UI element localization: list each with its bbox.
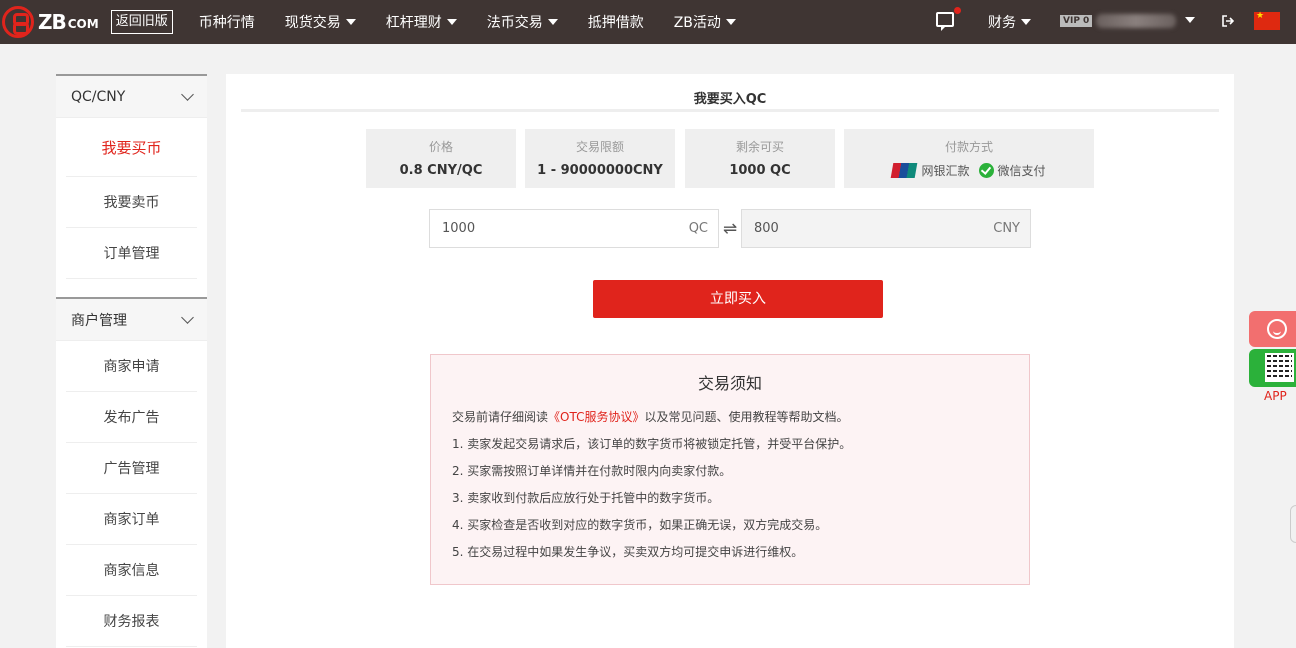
nav-zb-activity[interactable]: ZB活动 [674, 12, 736, 32]
logout-icon[interactable] [1222, 15, 1234, 27]
sidebar-divider [56, 279, 207, 299]
limit-label: 交易限额 [575, 140, 624, 154]
notice-intro-before: 交易前请仔细阅读 [452, 410, 549, 424]
nav-market[interactable]: 币种行情 [199, 12, 255, 32]
china-flag-icon[interactable] [1254, 11, 1280, 30]
username-blurred[interactable] [1096, 14, 1176, 28]
customer-service-icon [1267, 319, 1287, 339]
cny-amount-input[interactable]: 800 CNY [741, 209, 1031, 248]
sidebar: QC/CNY 我要买币 我要卖币 订单管理 商户管理 商家申请 发布广告 广告管… [56, 74, 207, 648]
remaining-box: 剩余可买 1000 QC [685, 129, 835, 188]
notice-intro-after: 以及常见问题、使用教程等帮助文档。 [644, 410, 849, 424]
sidebar-item-orders[interactable]: 订单管理 [66, 228, 197, 279]
sidebar-item-sell[interactable]: 我要卖币 [66, 177, 197, 228]
cny-unit-label: CNY [993, 221, 1020, 236]
nav-label: 抵押借款 [587, 15, 644, 31]
sidebar-item-post-ad[interactable]: 发布广告 [66, 392, 197, 443]
limit-value: 1 - 90000000CNY [537, 163, 663, 178]
sidebar-group-qc-cny[interactable]: QC/CNY [56, 76, 207, 118]
nav-loan[interactable]: 抵押借款 [588, 12, 644, 32]
sidebar-group-title: 商户管理 [71, 312, 127, 329]
finance-label: 财务 [988, 15, 1016, 31]
caret-down-icon [725, 19, 736, 25]
scroll-handle[interactable] [1290, 505, 1296, 543]
logo-text: ZB [38, 10, 67, 34]
sidebar-item-merchant-apply[interactable]: 商家申请 [66, 341, 197, 392]
nav-label: 币种行情 [198, 15, 255, 31]
sidebar-group-merchant[interactable]: 商户管理 [56, 299, 207, 341]
caret-down-icon [547, 19, 558, 25]
notice-line: 3. 卖家收到付款后应放行处于托管中的数字货币。 [452, 491, 720, 505]
main-nav: 币种行情 现货交易 杠杆理财 法币交易 抵押借款 ZB活动 [199, 0, 766, 44]
buy-now-button[interactable]: 立即买入 [593, 280, 883, 318]
nav-fiat-trading[interactable]: 法币交易 [487, 12, 558, 32]
payment-methods: 网银汇款 微信支付 [844, 162, 1094, 179]
top-nav-bar: ZB COM 返回旧版 币种行情 现货交易 杠杆理财 法币交易 抵押借款 ZB活… [0, 0, 1296, 44]
limit-box: 交易限额 1 - 90000000CNY [525, 129, 675, 188]
nav-label: 现货交易 [284, 15, 341, 31]
caret-down-icon [345, 19, 356, 25]
customer-service-button[interactable] [1249, 311, 1296, 347]
notice-line: 5. 在交易过程中如果发生争议，买卖双方均可提交申诉进行维权。 [452, 545, 804, 559]
price-value: 0.8 CNY/QC [399, 163, 483, 178]
vip-badge: VIP 0 [1060, 15, 1093, 27]
remaining-value: 1000 QC [729, 163, 791, 178]
unread-dot [954, 7, 961, 14]
app-download-button[interactable] [1249, 349, 1296, 387]
wechat-pay-icon [978, 163, 994, 178]
sidebar-item-finance-report[interactable]: 财务报表 [66, 596, 197, 647]
nav-spot-trading[interactable]: 现货交易 [285, 12, 356, 32]
sidebar-item-ad-manage[interactable]: 广告管理 [66, 443, 197, 494]
price-box: 价格 0.8 CNY/QC [366, 129, 516, 188]
finance-menu[interactable]: 财务 [988, 0, 1031, 44]
payment-box: 付款方式 网银汇款 微信支付 [844, 129, 1094, 188]
chevron-down-icon [181, 310, 194, 324]
caret-down-icon [446, 19, 457, 25]
page-title: 我要买入QC [241, 88, 1219, 112]
payment-label: 付款方式 [944, 140, 993, 154]
chevron-down-icon [181, 87, 194, 101]
notice-line: 1. 卖家发起交易请求后，该订单的数字货币将被锁定托管，并受平台保护。 [452, 437, 852, 451]
qc-unit-label: QC [688, 221, 708, 236]
payment-method-bank: 网银汇款 [921, 164, 970, 178]
main-panel: 我要买入QC 价格 0.8 CNY/QC 交易限额 1 - 90000000CN… [226, 74, 1234, 648]
caret-down-icon [1021, 19, 1031, 25]
sidebar-group-title: QC/CNY [71, 88, 126, 105]
unionpay-icon [891, 163, 918, 178]
notice-list: 交易前请仔细阅读《OTC服务协议》以及常见问题、使用教程等帮助文档。 1. 卖家… [431, 404, 1029, 566]
logo-suffix: COM [67, 17, 99, 31]
otc-agreement-link[interactable]: 《OTC服务协议》 [548, 410, 644, 424]
nav-label: 法币交易 [486, 15, 543, 31]
sidebar-item-merchant-info[interactable]: 商家信息 [66, 545, 197, 596]
message-icon[interactable] [936, 12, 954, 31]
cny-amount-value: 800 [754, 221, 779, 236]
nav-label: ZB活动 [673, 15, 721, 31]
qc-amount-input[interactable]: 1000 QC [429, 209, 719, 248]
nav-label: 杠杆理财 [385, 15, 442, 31]
notice-line: 4. 买家检查是否收到对应的数字货币，如果正确无误，双方完成交易。 [452, 518, 828, 532]
notice-intro: 交易前请仔细阅读《OTC服务协议》以及常见问题、使用教程等帮助文档。 [452, 404, 1029, 431]
notice-title: 交易须知 [697, 374, 762, 393]
sidebar-item-merchant-orders[interactable]: 商家订单 [66, 494, 197, 545]
user-menu-caret-icon[interactable] [1185, 17, 1195, 23]
zb-logo[interactable]: ZB COM [2, 0, 99, 44]
price-label: 价格 [428, 140, 453, 154]
qr-code-icon [1265, 353, 1294, 382]
payment-method-wechat: 微信支付 [997, 164, 1046, 178]
sidebar-item-buy[interactable]: 我要买币 [66, 118, 197, 177]
nav-leverage[interactable]: 杠杆理财 [386, 12, 457, 32]
qc-amount-value: 1000 [442, 221, 476, 236]
swap-arrows-icon: ⇌ [722, 219, 738, 239]
remaining-label: 剩余可买 [735, 140, 784, 154]
old-version-button[interactable]: 返回旧版 [110, 10, 173, 34]
trade-notice: 交易须知 交易前请仔细阅读《OTC服务协议》以及常见问题、使用教程等帮助文档。 … [430, 354, 1030, 585]
app-label[interactable]: APP [1264, 389, 1287, 403]
notice-line: 2. 买家需按照订单详情并在付款时限内向卖家付款。 [452, 464, 732, 478]
zb-logo-icon [2, 6, 34, 38]
